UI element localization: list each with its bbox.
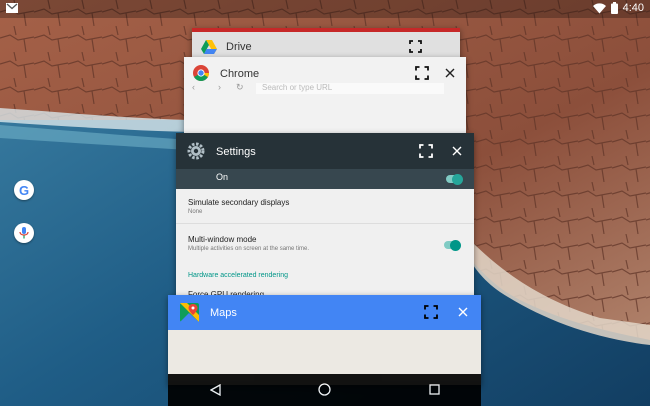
status-bar: 4:40 [0, 0, 650, 18]
battery-icon [610, 2, 618, 14]
master-switch-bar: On [176, 169, 474, 189]
fullscreen-icon[interactable] [409, 40, 422, 53]
master-switch-label: On [216, 172, 229, 182]
chrome-toolbar: ‹ › ↻ Search or type URL [184, 81, 466, 97]
section-header: Hardware accelerated rendering [188, 272, 288, 279]
close-icon[interactable] [452, 146, 462, 156]
forward-arrow-icon[interactable]: › [218, 82, 221, 92]
recent-card-maps[interactable]: Maps [168, 295, 481, 385]
close-icon[interactable] [458, 307, 468, 317]
maps-icon [180, 303, 199, 322]
card-title: Chrome [220, 68, 260, 80]
reload-icon[interactable]: ↻ [236, 82, 244, 93]
wifi-icon [592, 2, 606, 13]
home-icon[interactable] [318, 383, 331, 396]
google-icon[interactable]: G [14, 180, 34, 200]
clock: 4:40 [622, 2, 644, 14]
drive-icon [201, 40, 217, 54]
card-title: Drive [226, 41, 252, 53]
card-title: Settings [216, 146, 256, 158]
fullscreen-icon[interactable] [415, 66, 429, 80]
recents-icon[interactable] [429, 384, 440, 395]
gmail-icon [6, 3, 18, 13]
close-icon[interactable] [445, 68, 455, 78]
settings-gear-icon [187, 142, 205, 160]
url-bar[interactable]: Search or type URL [256, 83, 444, 94]
setting-title: Multi-window mode [188, 235, 257, 244]
recent-card-chrome[interactable]: Chrome ‹ › ↻ Search or type URL [184, 57, 466, 137]
microphone-icon [19, 227, 29, 239]
setting-title: Simulate secondary displays [188, 198, 290, 207]
master-toggle[interactable] [446, 173, 463, 185]
setting-row-multi-window[interactable]: Multi-window mode Multiple activities on… [176, 235, 474, 263]
recent-card-settings[interactable]: Settings On Simulate secondary displays … [176, 133, 474, 308]
multi-window-toggle[interactable] [444, 239, 461, 251]
navigation-bar [168, 374, 481, 406]
setting-subtitle: None [188, 209, 203, 215]
chrome-icon [193, 65, 209, 81]
fullscreen-icon[interactable] [424, 305, 438, 319]
back-arrow-icon[interactable]: ‹ [192, 82, 195, 92]
url-placeholder: Search or type URL [262, 83, 333, 92]
back-icon[interactable] [210, 384, 221, 396]
setting-subtitle: Multiple activities on screen at the sam… [188, 246, 310, 252]
setting-row-secondary-displays[interactable]: Simulate secondary displays None [176, 198, 474, 224]
fullscreen-icon[interactable] [419, 144, 433, 158]
card-title: Maps [210, 307, 237, 319]
voice-search-icon[interactable] [14, 223, 34, 243]
